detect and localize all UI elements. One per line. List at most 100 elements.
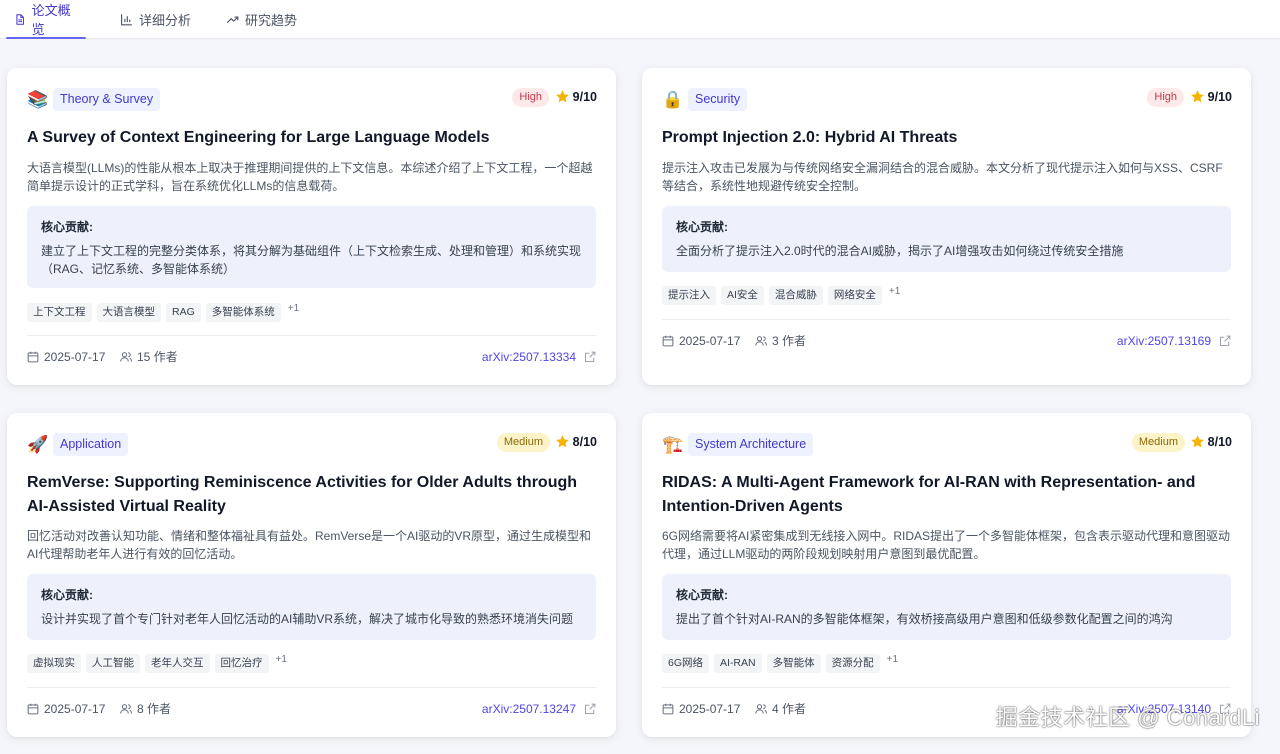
tab-label: 详细分析: [139, 12, 192, 28]
paper-title[interactable]: Prompt Injection 2.0: Hybrid AI Threats: [662, 126, 1221, 150]
users-icon: [755, 704, 767, 714]
star-icon: [556, 435, 569, 448]
tag[interactable]: 网络安全: [827, 286, 882, 305]
category-badge: Application: [53, 433, 129, 456]
contribution-label: 核心贡献:: [41, 588, 93, 602]
tag[interactable]: 回忆治疗: [214, 654, 269, 673]
tag[interactable]: 多智能体: [766, 654, 821, 673]
tag[interactable]: 人工智能: [86, 654, 140, 673]
tag[interactable]: 资源分配: [825, 654, 880, 673]
priority-badge: High: [512, 88, 549, 107]
authors-text: 8 作者: [137, 702, 172, 716]
divider: [27, 335, 596, 336]
date-text: 2025-07-17: [679, 702, 741, 716]
star-icon: [1191, 435, 1204, 448]
lock-icon: 🔒: [662, 90, 684, 109]
star-icon: [1191, 90, 1204, 103]
tag[interactable]: 提示注入: [662, 286, 716, 305]
contribution-text: 建立了上下文工程的完整分类体系，将其分解为基础组件（上下文检索生成、处理和管理）…: [41, 244, 582, 276]
tag[interactable]: AI安全: [721, 286, 764, 305]
paper-card[interactable]: 🔒 Security High 9/10 Prompt Injection 2.…: [642, 68, 1251, 385]
paper-summary: 回忆活动对改善认知功能、情绪和整体福祉具有益处。RemVerse是一个AI驱动的…: [27, 529, 592, 561]
tag[interactable]: 多智能体系统: [205, 303, 281, 322]
tag-list: 提示注入 AI安全 混合威胁 网络安全 +1: [662, 286, 1231, 305]
divider: [662, 687, 1231, 688]
arxiv-link[interactable]: arXiv:2507.13169: [1117, 333, 1231, 349]
contribution-text: 全面分析了提示注入2.0时代的混合AI威胁，揭示了AI增强攻击如何绕过传统安全措…: [676, 244, 1124, 258]
construction-icon: 🏗️: [662, 435, 684, 454]
watermark: 掘金技术社区 @ ConardLi: [995, 705, 1260, 730]
contribution-box: 核心贡献: 设计并实现了首个专门针对老年人回忆活动的AI辅助VR系统，解决了城市…: [27, 574, 596, 640]
calendar-icon: [27, 351, 39, 363]
author-count: 3 作者: [755, 333, 806, 349]
date-text: 2025-07-17: [679, 334, 741, 348]
date-text: 2025-07-17: [44, 702, 106, 716]
tab-label: 研究趋势: [245, 12, 298, 28]
paper-title[interactable]: RIDAS: A Multi-Agent Framework for AI-RA…: [662, 471, 1221, 519]
contribution-box: 核心贡献: 建立了上下文工程的完整分类体系，将其分解为基础组件（上下文检索生成、…: [27, 206, 596, 288]
tab-overview[interactable]: 论文概览: [6, 0, 86, 39]
paper-card[interactable]: 🏗️ System Architecture Medium 8/10 RIDAS…: [642, 413, 1251, 737]
authors-text: 4 作者: [772, 702, 807, 716]
paper-title[interactable]: A Survey of Context Engineering for Larg…: [27, 126, 586, 150]
more-tags[interactable]: +1: [276, 654, 287, 666]
tag[interactable]: 上下文工程: [27, 303, 92, 322]
users-icon: [120, 352, 132, 362]
priority-badge: Medium: [496, 433, 550, 452]
more-tags[interactable]: +1: [288, 303, 299, 315]
paper-title[interactable]: RemVerse: Supporting Reminiscence Activi…: [27, 471, 586, 519]
tab-analysis[interactable]: 详细分析: [112, 0, 199, 38]
paper-summary: 6G网络需要将AI紧密集成到无线接入网中。RIDAS提出了一个多智能体框架，包含…: [662, 529, 1231, 561]
tag[interactable]: 虚拟现实: [27, 654, 81, 673]
tag[interactable]: 混合威胁: [768, 286, 823, 305]
arxiv-id[interactable]: arXiv:2507.13169: [1117, 333, 1211, 349]
calendar-icon: [27, 703, 39, 715]
document-icon: [16, 13, 24, 25]
score: 9/10: [572, 90, 597, 104]
category-badge: System Architecture: [688, 433, 814, 456]
publish-date: 2025-07-17: [27, 701, 105, 717]
category-badge: Theory & Survey: [53, 88, 161, 111]
author-count: 15 作者: [120, 349, 178, 365]
contribution-label: 核心贡献:: [676, 220, 728, 234]
tag[interactable]: 6G网络: [662, 654, 710, 673]
arxiv-id[interactable]: arXiv:2507.13334: [482, 349, 576, 365]
date-text: 2025-07-17: [44, 350, 106, 364]
tag[interactable]: 大语言模型: [96, 303, 161, 322]
external-link-icon[interactable]: [1219, 335, 1231, 347]
score: 9/10: [1207, 90, 1232, 104]
paper-summary: 提示注入攻击已发展为与传统网络安全漏洞结合的混合威胁。本文分析了现代提示注入如何…: [662, 161, 1223, 193]
category-badge: Security: [688, 88, 748, 111]
publish-date: 2025-07-17: [662, 333, 740, 349]
arxiv-link[interactable]: arXiv:2507.13247: [482, 701, 596, 717]
paper-card[interactable]: 🚀 Application Medium 8/10 RemVerse: Supp…: [7, 413, 616, 737]
paper-summary: 大语言模型(LLMs)的性能从根本上取决于推理期间提供的上下文信息。本综述介绍了…: [27, 161, 593, 193]
priority-badge: Medium: [1131, 433, 1185, 452]
publish-date: 2025-07-17: [27, 349, 105, 365]
tab-trends[interactable]: 研究趋势: [218, 0, 305, 38]
tag[interactable]: 老年人交互: [145, 654, 210, 673]
more-tags[interactable]: +1: [887, 654, 898, 666]
tag[interactable]: AI-RAN: [714, 654, 762, 673]
score: 8/10: [572, 435, 597, 449]
external-link-icon[interactable]: [584, 351, 596, 363]
external-link-icon[interactable]: [584, 703, 596, 715]
trending-up-icon: [226, 15, 239, 23]
bar-chart-icon: [121, 13, 132, 25]
author-count: 4 作者: [755, 701, 806, 717]
priority-badge: High: [1147, 88, 1184, 107]
authors-text: 3 作者: [772, 334, 807, 348]
publish-date: 2025-07-17: [662, 701, 740, 717]
tag[interactable]: RAG: [166, 303, 201, 322]
arxiv-id[interactable]: arXiv:2507.13247: [482, 701, 576, 717]
arxiv-link[interactable]: arXiv:2507.13334: [482, 349, 596, 365]
contribution-box: 核心贡献: 全面分析了提示注入2.0时代的混合AI威胁，揭示了AI增强攻击如何绕…: [662, 206, 1231, 272]
calendar-icon: [662, 703, 674, 715]
author-count: 8 作者: [120, 701, 171, 717]
contribution-text: 提出了首个针对AI-RAN的多智能体框架，有效桥接高级用户意图和低级参数化配置之…: [676, 612, 1173, 626]
more-tags[interactable]: +1: [889, 286, 900, 298]
paper-card[interactable]: 📚 Theory & Survey High 9/10 A Survey of …: [7, 68, 616, 385]
contribution-label: 核心贡献:: [676, 588, 728, 602]
contribution-box: 核心贡献: 提出了首个针对AI-RAN的多智能体框架，有效桥接高级用户意图和低级…: [662, 574, 1231, 640]
star-icon: [556, 90, 569, 103]
